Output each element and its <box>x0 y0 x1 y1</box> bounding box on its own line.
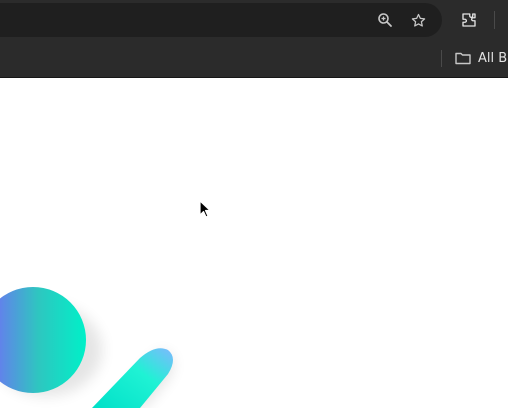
bookmarks-divider <box>441 50 442 67</box>
page-content <box>0 78 508 408</box>
browser-toolbar <box>0 0 508 40</box>
zoom-icon[interactable] <box>371 6 399 34</box>
mouse-cursor-icon <box>199 200 211 218</box>
folder-icon <box>455 52 471 65</box>
bookmarks-bar <box>0 40 508 78</box>
extensions-icon[interactable] <box>455 6 483 34</box>
gradient-pill <box>92 348 173 408</box>
address-bar[interactable] <box>0 3 442 37</box>
bookmark-all-bookmarks[interactable]: All B <box>455 47 507 69</box>
bookmark-label: All B <box>478 50 508 66</box>
bookmark-star-icon[interactable] <box>404 6 432 34</box>
toolbar-divider <box>494 11 495 29</box>
hero-decorations <box>0 287 174 408</box>
